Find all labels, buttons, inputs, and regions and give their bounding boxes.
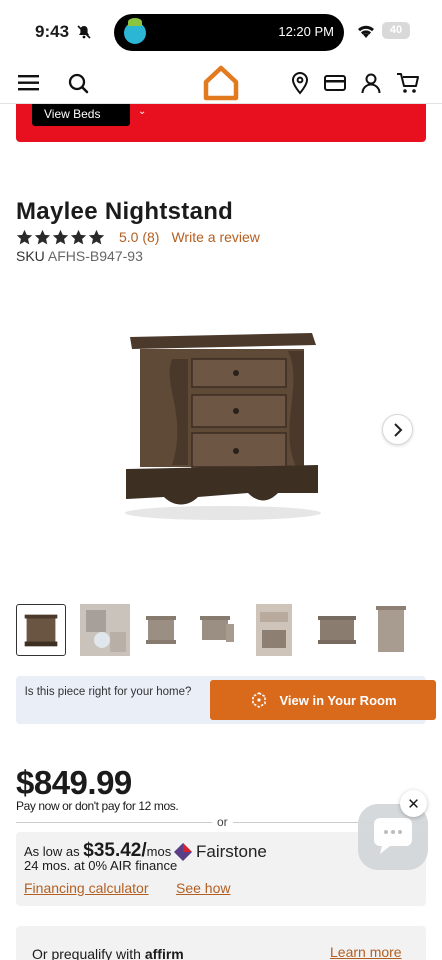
wifi-icon [358, 25, 374, 38]
top-nav [0, 62, 442, 104]
account-icon[interactable] [358, 70, 384, 96]
sku: SKU AFHS-B947-93 [16, 248, 143, 264]
star-icon [70, 229, 87, 244]
close-icon: ✕ [407, 795, 420, 813]
fairstone-logo: Fairstone [174, 842, 267, 862]
promo-banner: View Beds ⌄ [16, 104, 426, 142]
financing-calculator-link[interactable]: Financing calculator [24, 880, 149, 896]
thumbnail[interactable] [80, 604, 130, 656]
prequalify-label: Or prequalify with [32, 946, 141, 960]
per-month: mos [146, 844, 172, 859]
sku-label: SKU [16, 248, 45, 264]
status-bar: 9:43 12:20 PM 40 [0, 0, 442, 62]
battery-level: 40 [389, 24, 403, 36]
sku-value: AFHS-B947-93 [47, 248, 143, 264]
view-in-room-label: View in Your Room [279, 692, 397, 708]
island-time: 12:20 PM [278, 24, 334, 39]
star-icon [34, 229, 51, 244]
chat-close-button[interactable]: ✕ [400, 790, 427, 817]
bell-off-icon [77, 25, 91, 39]
prequalify-text: Or prequalify with affirm [32, 946, 184, 960]
search-icon[interactable] [66, 70, 92, 96]
dynamic-island: 12:20 PM [114, 14, 344, 51]
rating-score[interactable]: 5.0 (8) [119, 229, 159, 245]
view-in-room-panel: Is this piece right for your home? View … [16, 676, 436, 724]
star-icon [88, 229, 105, 244]
price: $849.99 [16, 764, 132, 801]
thumbnail[interactable] [16, 604, 66, 656]
star-rating[interactable] [16, 229, 105, 246]
chevron-down-icon[interactable]: ⌄ [138, 106, 146, 117]
see-how-link[interactable]: See how [176, 880, 230, 896]
fairstone-mark-icon [174, 843, 192, 861]
credit-card-icon[interactable] [322, 70, 348, 96]
or-separator: or [212, 815, 233, 829]
thumbnail[interactable] [312, 604, 362, 656]
product-title: Maylee Nightstand [16, 198, 234, 225]
leaf-icon [128, 18, 142, 26]
thumbnail[interactable] [374, 604, 424, 656]
thumbnail[interactable] [192, 604, 242, 656]
chevron-right-icon [393, 422, 402, 437]
star-icon [16, 229, 33, 244]
thumbnail-strip [16, 604, 442, 656]
status-time: 9:43 [35, 22, 70, 41]
product-image[interactable] [118, 325, 328, 525]
fairstone-text: Fairstone [196, 842, 267, 861]
thumbnail[interactable] [136, 604, 186, 656]
room-question: Is this piece right for your home? [24, 686, 192, 698]
star-icon [52, 229, 69, 244]
cart-icon[interactable] [395, 70, 421, 96]
image-next-button[interactable] [382, 414, 413, 445]
affirm-logo: affirm [144, 946, 184, 960]
home-logo-icon[interactable] [202, 65, 240, 101]
finance-terms: 24 mos. at 0% AIR finance [24, 858, 178, 873]
ar-cube-icon [252, 692, 267, 708]
battery-icon: 40 [382, 22, 410, 39]
learn-more-link[interactable]: Learn more [330, 944, 402, 960]
menu-icon[interactable] [16, 70, 42, 96]
rating-row: 5.0 (8) Write a review [16, 227, 260, 247]
view-in-room-button[interactable]: View in Your Room [210, 680, 436, 720]
location-pin-icon[interactable] [287, 70, 313, 96]
write-review-link[interactable]: Write a review [171, 229, 259, 245]
thumbnail[interactable] [256, 604, 306, 656]
as-low-label: As low as [24, 844, 80, 859]
pay-later-note: Pay now or don't pay for 12 mos. [16, 799, 179, 813]
view-beds-button[interactable]: View Beds [32, 104, 130, 126]
prequalify-panel: Or prequalify with affirm Learn more [16, 926, 426, 960]
